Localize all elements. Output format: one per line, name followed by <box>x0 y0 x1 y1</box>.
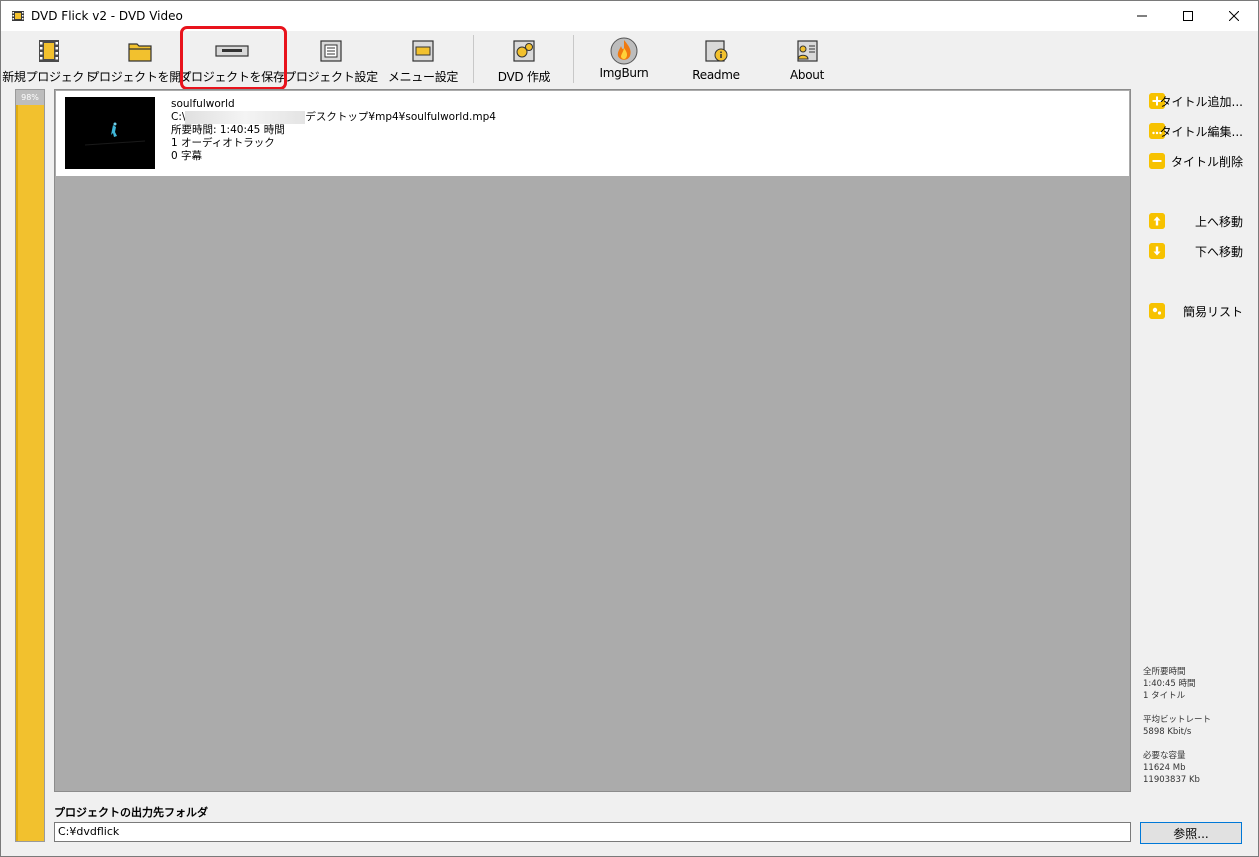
edit-title-label: タイトル編集... <box>1159 124 1243 139</box>
create-dvd-button[interactable]: DVD 作成 <box>486 31 562 87</box>
add-title-label: タイトル追加... <box>1159 94 1243 109</box>
total-time-label: 全所要時間 <box>1143 667 1186 677</box>
total-time-value: 1:40:45 時間 <box>1143 679 1196 689</box>
arrow-down-icon <box>1149 243 1165 259</box>
readme-button[interactable]: Readme <box>678 31 754 87</box>
close-button[interactable] <box>1211 1 1257 31</box>
title-path-prefix: C:\ <box>171 111 186 123</box>
title-path-suffix: デスクトップ¥mp4¥soulfulworld.mp4 <box>305 111 496 123</box>
project-settings-label: プロジェクト設定 <box>284 70 378 84</box>
about-label: About <box>790 68 824 82</box>
imgburn-flame-icon <box>610 37 638 65</box>
move-up-label: 上へ移動 <box>1194 214 1243 229</box>
project-settings-icon <box>320 40 342 62</box>
title-path: C:\ デスクトップ¥mp4¥soulfulworld.mp4 <box>171 111 496 124</box>
maximize-button[interactable] <box>1165 1 1211 31</box>
bitrate-value: 5898 Kbit/s <box>1143 727 1192 737</box>
folder-open-icon <box>128 43 152 62</box>
imgburn-button[interactable]: ImgBurn <box>586 31 662 87</box>
app-icon <box>12 11 24 21</box>
title-count: 1 タイトル <box>1143 691 1186 701</box>
minimize-button[interactable] <box>1119 1 1165 31</box>
edit-title-button[interactable]: タイトル編集... <box>1139 119 1251 143</box>
simple-list-label: 簡易リスト <box>1182 304 1243 319</box>
size-stats: 必要な容量 11624 Mb 11903837 Kb <box>1143 750 1200 786</box>
capacity-progress-fill <box>16 105 44 841</box>
new-project-label: 新規プロジェクト <box>2 70 96 84</box>
size-kb: 11903837 Kb <box>1143 775 1200 785</box>
browse-button[interactable]: 参照... <box>1140 822 1242 844</box>
move-up-button[interactable]: 上へ移動 <box>1139 209 1251 233</box>
open-project-label: プロジェクトを開く <box>87 70 193 84</box>
list-icon <box>1149 303 1165 319</box>
save-highlight-box <box>180 26 287 90</box>
simple-list-button[interactable]: 簡易リスト <box>1139 299 1251 323</box>
list-item[interactable]: soulfulworld C:\ デスクトップ¥mp4¥soulfulworld.… <box>56 91 1129 176</box>
menu-settings-label: メニュー設定 <box>387 70 459 84</box>
move-down-label: 下へ移動 <box>1194 244 1243 259</box>
menu-settings-icon <box>412 40 434 62</box>
minus-icon <box>1149 153 1165 169</box>
minimize-icon <box>1137 15 1147 17</box>
maximize-icon <box>1183 11 1193 21</box>
title-audio-tracks: 1 オーディオトラック <box>171 137 275 149</box>
output-folder-input[interactable]: C:¥dvdflick <box>54 822 1131 842</box>
title-subtitles: 0 字幕 <box>171 150 203 162</box>
toolbar-separator <box>473 35 474 83</box>
arrow-up-icon <box>1149 213 1165 229</box>
video-thumbnail <box>65 97 155 169</box>
create-dvd-label: DVD 作成 <box>497 70 551 84</box>
bitrate-stats: 平均ビットレート 5898 Kbit/s <box>1143 714 1211 738</box>
about-button[interactable]: About <box>769 31 845 87</box>
open-project-button[interactable]: プロジェクトを開く <box>87 31 193 87</box>
about-user-icon <box>797 40 818 62</box>
close-icon <box>1229 11 1239 21</box>
dvd-create-gear-icon <box>513 40 535 62</box>
title-list[interactable]: soulfulworld C:\ デスクトップ¥mp4¥soulfulworld.… <box>54 89 1131 792</box>
output-folder-label: プロジェクトの出力先フォルダ <box>54 806 208 819</box>
title-duration: 所要時間: 1:40:45 時間 <box>171 124 285 136</box>
capacity-progress-bar: 98% <box>15 89 45 842</box>
toolbar-separator <box>573 35 574 83</box>
total-time-stats: 全所要時間 1:40:45 時間 1 タイトル <box>1143 666 1195 702</box>
readme-info-icon <box>705 40 728 62</box>
delete-title-label: タイトル削除 <box>1170 154 1243 169</box>
redacted-path <box>185 111 306 124</box>
new-project-button[interactable]: 新規プロジェクト <box>2 31 96 87</box>
menu-settings-button[interactable]: メニュー設定 <box>381 31 465 87</box>
project-settings-button[interactable]: プロジェクト設定 <box>284 31 378 87</box>
window-title: DVD Flick v2 - DVD Video <box>31 9 183 23</box>
readme-label: Readme <box>692 68 740 82</box>
title-name: soulfulworld <box>171 98 235 110</box>
size-mb: 11624 Mb <box>1143 763 1186 773</box>
capacity-progress-label: 98% <box>21 93 39 102</box>
app-window: DVD Flick v2 - DVD Video 新規プロジェクト プロジェクト… <box>0 0 1259 857</box>
add-title-button[interactable]: タイトル追加... <box>1139 89 1251 113</box>
film-new-icon <box>39 40 59 62</box>
bitrate-label: 平均ビットレート <box>1143 715 1212 725</box>
imgburn-label: ImgBurn <box>599 66 649 80</box>
size-label: 必要な容量 <box>1143 751 1186 761</box>
delete-title-button[interactable]: タイトル削除 <box>1139 149 1251 173</box>
move-down-button[interactable]: 下へ移動 <box>1139 239 1251 263</box>
